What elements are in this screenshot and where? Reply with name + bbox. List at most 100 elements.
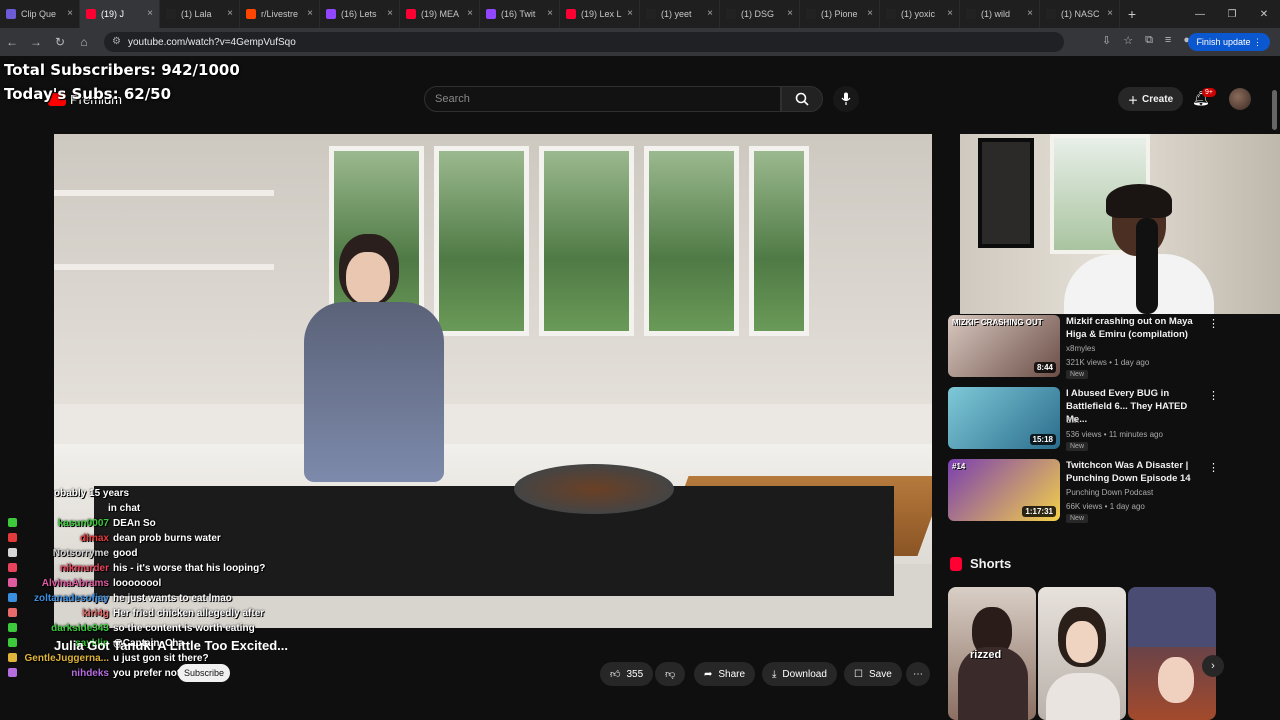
chevron-right-icon: › (1211, 660, 1215, 672)
url-field[interactable]: ⚙ youtube.com/watch?v=4GempVufSqo (104, 32, 1064, 52)
more-actions-button[interactable]: ⋯ (906, 662, 930, 686)
close-tab-icon[interactable]: × (467, 8, 473, 19)
browser-tab[interactable]: Clip Que × (0, 0, 80, 28)
recommended-title[interactable]: Mizkif crashing out on Maya Higa & Emiru… (1066, 315, 1202, 341)
chat-badge-icon (8, 653, 17, 662)
recommended-meta: 321K views • 1 day ago (1066, 358, 1150, 367)
recommended-video[interactable]: #14 1:17:31 Twitchcon Was A Disaster | Pun… (948, 459, 1219, 525)
close-window-icon[interactable]: ✕ (1248, 0, 1280, 28)
chat-username: darkside343 (51, 623, 109, 634)
more-vertical-icon[interactable]: ⋮ (1208, 317, 1219, 330)
account-avatar[interactable] (1229, 88, 1251, 110)
install-app-icon[interactable]: ⇩ (1102, 34, 1111, 47)
site-info-icon[interactable]: ⚙ (112, 36, 121, 47)
browser-tab[interactable]: r/Livestre × (240, 0, 320, 28)
save-playlist-icon: ☐ (854, 668, 863, 680)
tab-favicon-icon (406, 9, 416, 19)
browser-tab[interactable]: (1) Pione × (800, 0, 880, 28)
close-tab-icon[interactable]: × (307, 8, 313, 19)
recommended-title[interactable]: I Abused Every BUG in Battlefield 6... T… (1066, 387, 1202, 426)
tab-search-icon[interactable]: ≡ (1165, 34, 1171, 47)
close-tab-icon[interactable]: × (387, 8, 393, 19)
video-thumbnail[interactable]: MIZKIF CRASHING OUT 8:44 (948, 315, 1060, 377)
scrollbar[interactable] (1272, 90, 1277, 130)
video-player[interactable] (54, 134, 932, 628)
close-tab-icon[interactable]: × (227, 8, 233, 19)
browser-tab[interactable]: (1) DSG × (720, 0, 800, 28)
finish-update-button[interactable]: Finish update ⋮ (1188, 33, 1270, 51)
share-button[interactable]: ➦ Share (694, 662, 756, 686)
close-tab-icon[interactable]: × (67, 8, 73, 19)
browser-tab[interactable]: (19) MEA × (400, 0, 480, 28)
subscribe-button[interactable]: Subscribe (178, 664, 231, 682)
browser-tab[interactable]: (1) yoxic × (880, 0, 960, 28)
tab-favicon-icon (326, 9, 336, 19)
chat-text: Her fried chicken allegedly after (113, 608, 265, 619)
chat-text: his - it's worse that his looping? (113, 563, 266, 574)
tab-favicon-icon (726, 9, 736, 19)
chat-username: kiri4g (82, 608, 109, 619)
more-horizontal-icon: ⋯ (913, 668, 923, 680)
minimize-icon[interactable]: — (1184, 0, 1216, 28)
tab-label: r/Livestre (261, 9, 299, 19)
close-tab-icon[interactable]: × (547, 8, 553, 19)
browser-tab[interactable]: (1) Lala × (160, 0, 240, 28)
chat-badge-icon (8, 533, 17, 542)
search-button[interactable] (781, 86, 823, 112)
close-tab-icon[interactable]: × (867, 8, 873, 19)
search-input[interactable]: Search (424, 86, 781, 112)
short-caption: rizzed (970, 649, 1002, 661)
chat-username: kasun0007 (57, 518, 109, 529)
download-button[interactable]: ⤓ Download (762, 662, 837, 686)
recommended-channel[interactable]: Punching Down Podcast (1066, 488, 1153, 497)
more-vertical-icon[interactable]: ⋮ (1208, 461, 1219, 474)
reload-icon[interactable]: ↻ (48, 35, 72, 49)
browser-tab[interactable]: (19) Lex L × (560, 0, 640, 28)
close-tab-icon[interactable]: × (947, 8, 953, 19)
save-button[interactable]: ☐ Save (844, 662, 902, 686)
video-streamer (284, 234, 454, 484)
browser-tab[interactable]: (16) Lets × (320, 0, 400, 28)
close-tab-icon[interactable]: × (627, 8, 633, 19)
close-tab-icon[interactable]: × (787, 8, 793, 19)
forward-icon[interactable]: → (24, 35, 48, 49)
browser-tab[interactable]: (1) yeet × (640, 0, 720, 28)
close-tab-icon[interactable]: × (707, 8, 713, 19)
bookmark-star-icon[interactable]: ☆ (1123, 34, 1133, 47)
browser-tab[interactable]: (16) Twit × (480, 0, 560, 28)
maximize-icon[interactable]: ❐ (1216, 0, 1248, 28)
back-icon[interactable]: ← (0, 35, 24, 49)
todays-subs-overlay: Today's Subs: 62/50 (4, 85, 172, 103)
home-icon[interactable]: ⌂ (72, 35, 96, 49)
recommended-video[interactable]: MIZKIF CRASHING OUT 8:44 Mizkif crashing o… (948, 315, 1219, 381)
short-thumbnail[interactable] (1128, 587, 1216, 720)
voice-search-button[interactable] (833, 86, 859, 112)
recommended-channel[interactable]: x8myles (1066, 344, 1095, 353)
browser-tab[interactable]: (1) NASC × (1040, 0, 1120, 28)
new-tab-icon[interactable]: + (1120, 6, 1144, 22)
close-tab-icon[interactable]: × (147, 8, 153, 19)
dislike-button[interactable]: 👎︎ (655, 662, 686, 686)
video-thumbnail[interactable]: 15:18 (948, 387, 1060, 449)
close-tab-icon[interactable]: × (1027, 8, 1033, 19)
extensions-icon[interactable]: ⧉ (1145, 34, 1153, 47)
close-tab-icon[interactable]: × (1107, 8, 1113, 19)
total-subscribers-overlay: Total Subscribers: 942/1000 (4, 61, 240, 79)
recommended-channel[interactable]: Silk (1066, 416, 1079, 425)
recommended-video[interactable]: 15:18 I Abused Every BUG in Battlefield 6… (948, 387, 1219, 453)
chat-message: nikmurder his - it's worse that his loopi… (8, 563, 265, 574)
tab-favicon-icon (806, 9, 816, 19)
browser-tab[interactable]: (19) J × (80, 0, 160, 28)
short-thumbnail[interactable]: rizzed (948, 587, 1036, 720)
like-button[interactable]: 👍︎ 355 (600, 662, 654, 686)
chat-message: darkside343 so the content is worth eatin… (8, 623, 255, 634)
chat-username: nihdeks (71, 668, 109, 679)
more-vertical-icon[interactable]: ⋮ (1208, 389, 1219, 402)
browser-tab[interactable]: (1) wild × (960, 0, 1040, 28)
short-thumbnail[interactable] (1038, 587, 1126, 720)
chat-username: nikmurder (60, 563, 109, 574)
create-button[interactable]: ＋ Create (1118, 87, 1184, 111)
shorts-next-button[interactable]: › (1202, 655, 1224, 677)
recommended-title[interactable]: Twitchcon Was A Disaster | Punching Down… (1066, 459, 1202, 485)
video-thumbnail[interactable]: #14 1:17:31 (948, 459, 1060, 521)
